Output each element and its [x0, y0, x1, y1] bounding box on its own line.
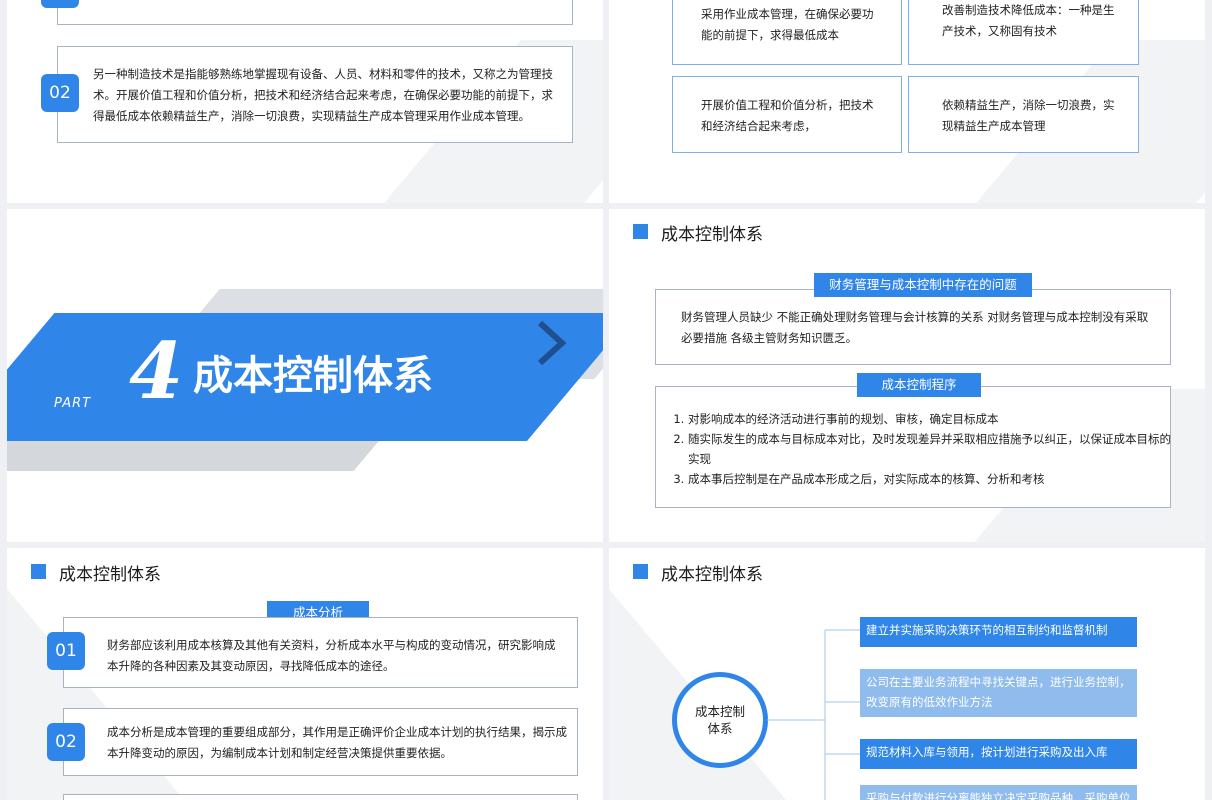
- procedure-step: 随实际发生的成本与目标成本对比，及时发现差异并采取相应措施予以纠正，以保证成本目…: [688, 429, 1178, 469]
- header-square-icon: [633, 224, 648, 239]
- procedure-step: 成本事后控制是在产品成本形成之后，对实际成本的核算、分析和考核: [688, 469, 1178, 489]
- grid-cell-4-text: 依赖精益生产，消除一切浪费，实现精益生产成本管理: [942, 98, 1115, 133]
- section-title: 成本控制体系: [193, 353, 433, 399]
- chevron-right-icon: [537, 320, 567, 366]
- number-badge-02: 02: [41, 74, 79, 112]
- part-label: PART: [54, 396, 92, 411]
- analysis-text-02: 成本分析是成本管理的重要组成部分，其作用是正确评价企业成本计划的执行结果，揭示成…: [107, 725, 567, 760]
- analysis-box-03: [63, 794, 578, 800]
- flow-item-1: 建立并实施采购决策环节的相互制约和监督机制: [860, 617, 1137, 647]
- text-box-01: [57, 0, 573, 25]
- slide-3-section-cover: 4 PART 成本控制体系: [7, 209, 603, 542]
- center-circle: 成本控制 体系: [672, 672, 768, 768]
- item-02-text: 另一种制造技术是指能够熟练地掌握现有设备、人员、材料和零件的技术，又称之为管理技…: [93, 67, 553, 123]
- grid-cell-4: 依赖精益生产，消除一切浪费，实现精益生产成本管理: [908, 76, 1139, 153]
- circle-label: 成本控制 体系: [694, 704, 745, 736]
- slide-6: 成本控制体系 成本控制 体系 建立并实施采购决策环节的相互制约和监督机制 公司在…: [609, 548, 1205, 800]
- flow-connector: [767, 629, 860, 800]
- section-number: 4: [129, 326, 184, 417]
- problem-tag: 财务管理与成本控制中存在的问题: [814, 273, 1032, 297]
- grid-cell-2: 改善制造技术降低成本：一种是生产技术，又称固有技术: [908, 0, 1139, 65]
- header-square-icon: [31, 564, 46, 579]
- flow-item-3: 规范材料入库与领用，按计划进行采购及出入库: [860, 739, 1137, 769]
- problem-text: 财务管理人员缺少 不能正确处理财务管理与会计核算的关系 对财务管理与成本控制没有…: [681, 310, 1149, 345]
- slide-2: 采用作业成本管理，在确保必要功能的前提下，求得最低成本 改善制造技术降低成本：一…: [609, 0, 1205, 203]
- slide-header: 成本控制体系: [661, 225, 763, 245]
- grid-cell-1: 采用作业成本管理，在确保必要功能的前提下，求得最低成本: [672, 0, 902, 65]
- number-badge-01: [41, 0, 79, 8]
- grid-cell-2-text: 改善制造技术降低成本：一种是生产技术，又称固有技术: [942, 3, 1115, 38]
- grid-cell-1-text: 采用作业成本管理，在确保必要功能的前提下，求得最低成本: [701, 7, 874, 42]
- number-badge-02: 02: [47, 723, 85, 761]
- procedure-step: 对影响成本的经济活动进行事前的规划、审核，确定目标成本: [688, 409, 1178, 429]
- slide-1: 02 另一种制造技术是指能够熟练地掌握现有设备、人员、材料和零件的技术，又称之为…: [7, 0, 603, 203]
- slide-header: 成本控制体系: [661, 565, 763, 585]
- grid-cell-3: 开展价值工程和价值分析，把技术和经济结合起来考虑，: [672, 76, 902, 153]
- grid-cell-3-text: 开展价值工程和价值分析，把技术和经济结合起来考虑，: [701, 98, 874, 133]
- grey-band-bottom: [7, 439, 381, 471]
- flow-item-2: 公司在主要业务流程中寻找关键点，进行业务控制，改变原有的低效作业方法: [860, 669, 1137, 717]
- number-badge-01: 01: [47, 632, 85, 670]
- header-square-icon: [633, 564, 648, 579]
- slide-header: 成本控制体系: [59, 565, 161, 585]
- slide-5: 成本控制体系 成本分析 01 财务部应该利用成本核算及其他有关资料，分析成本水平…: [7, 548, 603, 800]
- procedure-steps: 对影响成本的经济活动进行事前的规划、审核，确定目标成本 随实际发生的成本与目标成…: [670, 409, 1178, 489]
- analysis-text-01: 财务部应该利用成本核算及其他有关资料，分析成本水平与构成的变动情况，研究影响成本…: [107, 638, 556, 673]
- slide-4: 成本控制体系 财务管理与成本控制中存在的问题 财务管理人员缺少 不能正确处理财务…: [609, 209, 1205, 542]
- flow-item-4: 采购与付款进行分离能独立决定采购品种、采购单位: [860, 785, 1137, 800]
- procedure-tag: 成本控制程序: [857, 373, 981, 397]
